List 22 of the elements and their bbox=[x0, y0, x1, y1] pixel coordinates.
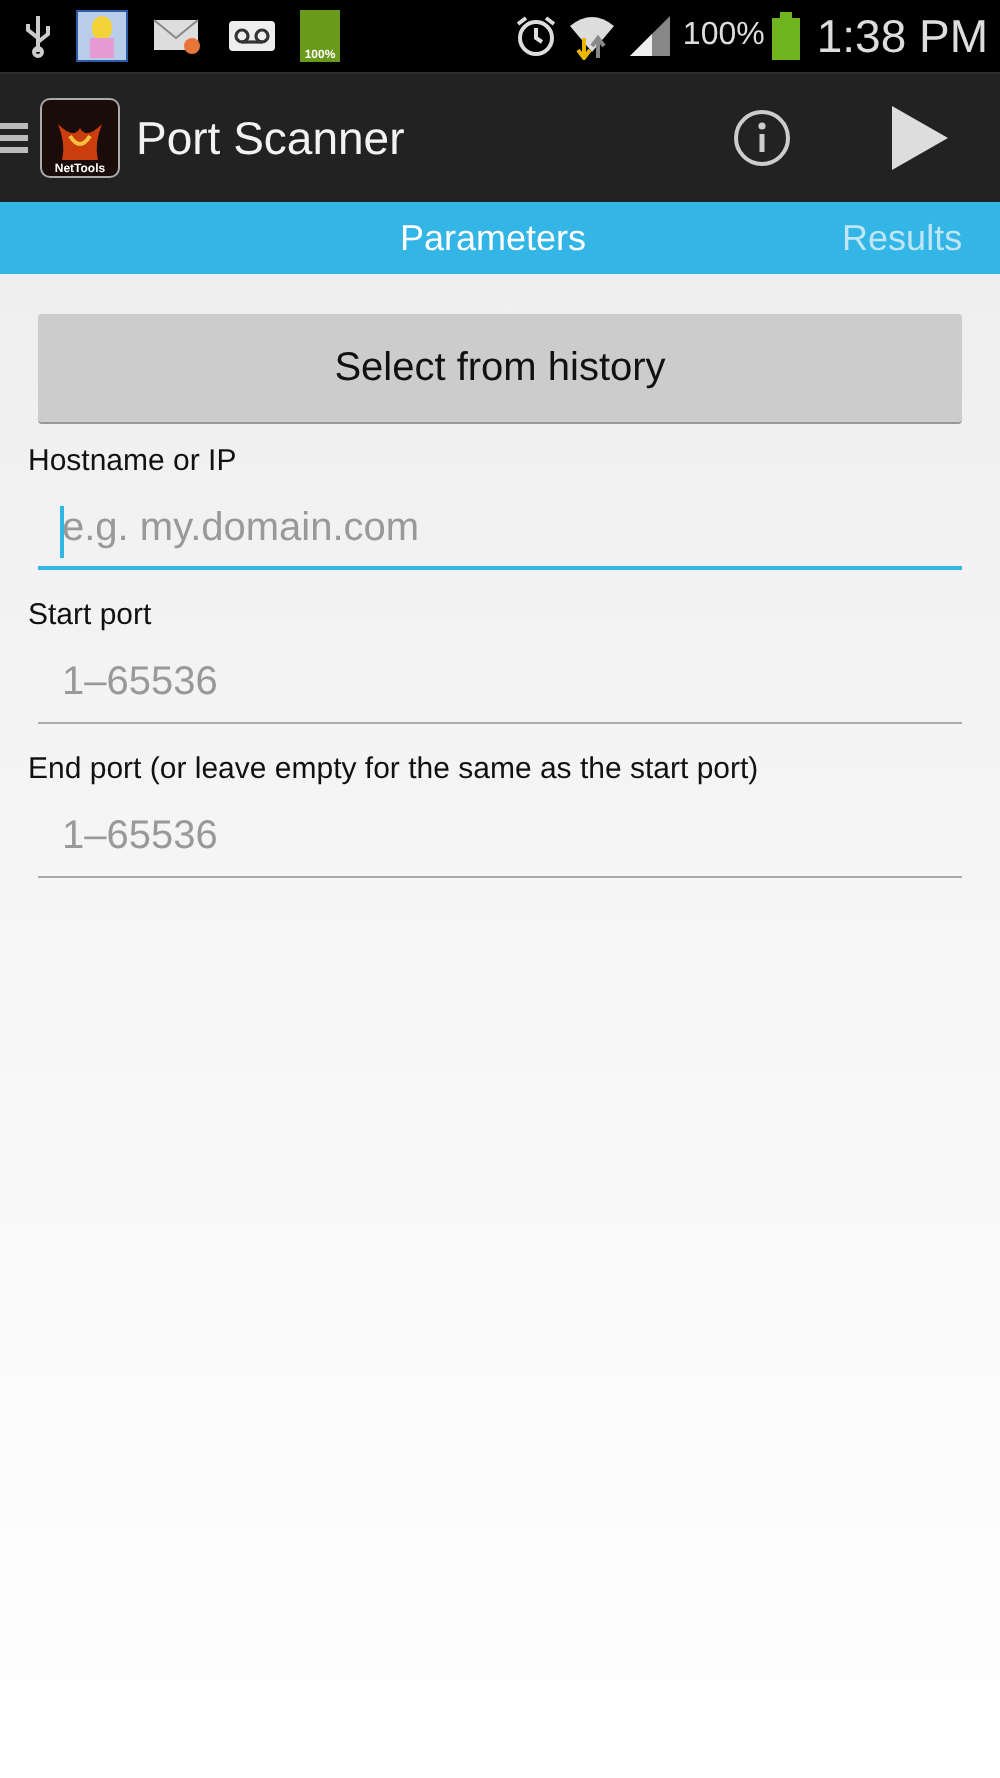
wifi-icon bbox=[566, 12, 619, 60]
app-notification-icon bbox=[76, 10, 128, 62]
field-label: Start port bbox=[28, 598, 154, 632]
mail-icon bbox=[152, 16, 204, 56]
app-title: Port Scanner bbox=[136, 111, 405, 165]
input-field[interactable]: e.g. my.domain.com bbox=[38, 490, 962, 570]
signal-icon bbox=[626, 14, 675, 58]
input-field[interactable]: 1–65536 bbox=[38, 644, 962, 724]
clock-time: 1:38 PM bbox=[816, 9, 988, 63]
text-cursor bbox=[60, 506, 64, 558]
field-label: End port (or leave empty for the same as the start port) bbox=[28, 752, 761, 786]
battery-icon bbox=[772, 12, 801, 60]
alarm-icon bbox=[514, 14, 559, 58]
select-from-history-button[interactable]: Select from history bbox=[38, 314, 962, 424]
info-icon[interactable] bbox=[732, 108, 792, 168]
battery-percent: 100% bbox=[682, 18, 765, 54]
usb-icon bbox=[24, 14, 52, 58]
field-label: Hostname or IP bbox=[28, 444, 239, 478]
voicemail-icon bbox=[228, 20, 276, 52]
play-icon[interactable] bbox=[892, 106, 948, 170]
input-field[interactable]: 1–65536 bbox=[38, 798, 962, 878]
menu-icon[interactable] bbox=[0, 118, 28, 158]
